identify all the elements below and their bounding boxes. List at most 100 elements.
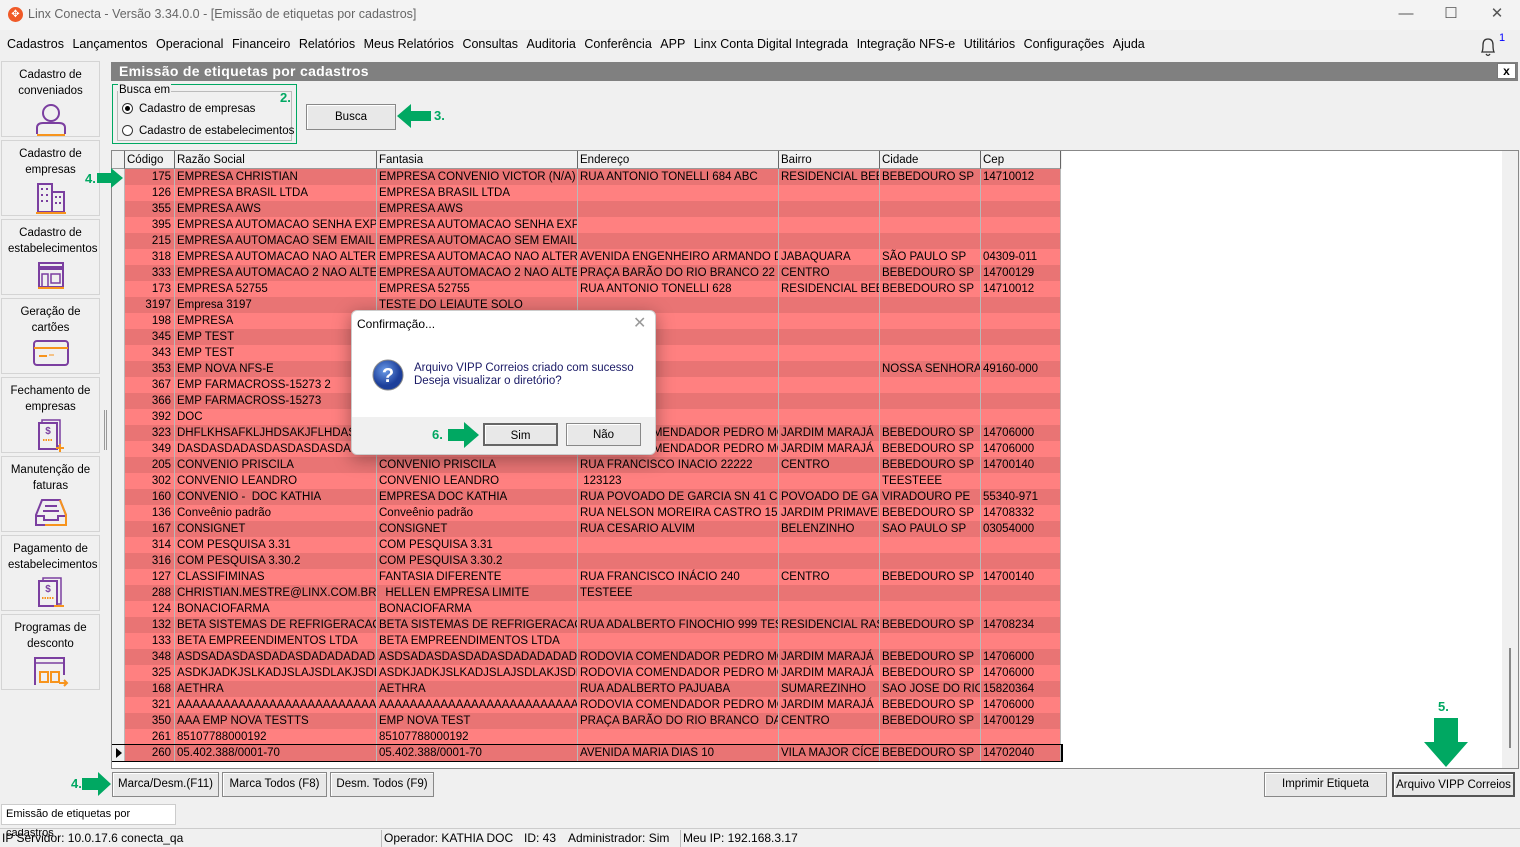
- vertical-scrollbar[interactable]: [1502, 151, 1518, 768]
- menu-auditoria[interactable]: Auditoria: [527, 33, 581, 57]
- table-row[interactable]: 133 BETA EMPREENDIMENTOS LTDA BETA EMPREEN…: [112, 633, 1062, 649]
- menu-integrac-a-o-nfs-e[interactable]: Integração NFS-e: [857, 33, 960, 57]
- row-indicator[interactable]: [112, 249, 125, 265]
- menu-ajuda[interactable]: Ajuda: [1113, 33, 1149, 57]
- column-header-cep[interactable]: Cep: [981, 151, 1061, 169]
- row-indicator[interactable]: [112, 585, 125, 601]
- minimize-button[interactable]: —: [1383, 4, 1429, 26]
- table-row[interactable]: 261 85107788000192 85107788000192: [112, 729, 1062, 745]
- column-header-co-digo[interactable]: Código: [125, 151, 175, 169]
- column-header-enderec-o[interactable]: Endereço: [578, 151, 779, 169]
- row-indicator[interactable]: [112, 441, 125, 457]
- row-indicator[interactable]: [112, 313, 125, 329]
- busca-button[interactable]: Busca: [306, 104, 396, 130]
- table-row[interactable]: 314 COM PESQUISA 3.31 COM PESQUISA 3.31: [112, 537, 1062, 553]
- table-row[interactable]: 350 AAA EMP NOVA TESTTS EMP NOVA TEST PRAÇA…: [112, 713, 1062, 729]
- row-indicator[interactable]: [112, 713, 125, 729]
- table-row[interactable]: 321 AAAAAAAAAAAAAAAAAAAAAAAAAA AAAAAAAAAAA…: [112, 697, 1062, 713]
- table-row[interactable]: 302 CONVENIO LEANDRO CONVENIO LEANDRO 1231…: [112, 473, 1062, 489]
- table-row[interactable]: 124 BONACIOFARMA BONACIOFARMA: [112, 601, 1062, 617]
- row-indicator[interactable]: [112, 217, 125, 233]
- row-indicator[interactable]: [112, 201, 125, 217]
- scrollbar-thumb[interactable]: [1509, 648, 1511, 748]
- table-row[interactable]: 215 EMPRESA AUTOMACAO SEM EMAIL (N EMPRESA…: [112, 233, 1062, 249]
- menu-linx-conta-digital-integrada[interactable]: Linx Conta Digital Integrada: [694, 33, 853, 57]
- radio-estabelecimentos[interactable]: [122, 125, 133, 136]
- table-row[interactable]: 333EMPRESA AUTOMACAO 2 NAO ALTERAREMPRES…: [112, 265, 1062, 281]
- menu-app[interactable]: APP: [660, 33, 690, 57]
- row-indicator[interactable]: [112, 329, 125, 345]
- menu-confere-ncia[interactable]: Conferência: [584, 33, 656, 57]
- mark-all-button[interactable]: Marca Todos (F8): [222, 772, 327, 797]
- radio-empresas[interactable]: [122, 103, 133, 114]
- row-indicator[interactable]: [112, 233, 125, 249]
- row-indicator[interactable]: [112, 265, 125, 281]
- sidebar-item-cadastro-de-estabelecimentos[interactable]: Cadastro de estabelecimentos: [1, 219, 100, 295]
- mark-unmark-button[interactable]: Marca/Desm.(F11): [112, 772, 219, 797]
- maximize-button[interactable]: ☐: [1428, 4, 1474, 26]
- row-indicator[interactable]: [112, 377, 125, 393]
- table-row[interactable]: 136 Conveênio padrão Conveênio padrão RUA N…: [112, 505, 1062, 521]
- row-indicator[interactable]: [112, 425, 125, 441]
- row-indicator[interactable]: [112, 345, 125, 361]
- print-label-button[interactable]: Imprimir Etiqueta: [1264, 772, 1387, 797]
- row-indicator[interactable]: [112, 681, 125, 697]
- row-indicator[interactable]: [112, 281, 125, 297]
- row-indicator[interactable]: [112, 665, 125, 681]
- row-indicator[interactable]: [112, 537, 125, 553]
- radio-estabelecimentos-label[interactable]: Cadastro de estabelecimentos: [139, 125, 294, 137]
- table-row[interactable]: 132BETA SISTEMAS DE REFRIGERACAO LTDABET…: [112, 617, 1062, 633]
- panel-close-button[interactable]: x: [1497, 63, 1516, 79]
- row-indicator[interactable]: [112, 489, 125, 505]
- dialog-close-button[interactable]: ✕: [633, 313, 646, 333]
- column-header-fantasia[interactable]: Fantasia: [377, 151, 578, 169]
- menu-relato-rios[interactable]: Relatórios: [299, 33, 360, 57]
- menu-cadastros[interactable]: Cadastros: [7, 33, 68, 57]
- sidebar-item-pagamento-de-estabelecimentos[interactable]: Pagamento de estabelecimentos $: [1, 535, 100, 611]
- row-indicator[interactable]: [112, 409, 125, 425]
- table-row[interactable]: 318 EMPRESA AUTOMACAO NAO ALTERAR EMPRESA …: [112, 249, 1062, 265]
- row-indicator[interactable]: [112, 569, 125, 585]
- table-row[interactable]: 325 ASDKJADKJSLKADJSLAJSDLAKJSDLKA ASDKJAD…: [112, 665, 1062, 681]
- bell-icon[interactable]: [1478, 36, 1498, 58]
- row-indicator[interactable]: [112, 617, 125, 633]
- unmark-all-button[interactable]: Desm. Todos (F9): [330, 772, 434, 797]
- table-row[interactable]: 348 ASDSADASDASDADASDADADADADSA ASDSADASDA…: [112, 649, 1062, 665]
- row-indicator[interactable]: [112, 745, 125, 761]
- menu-operacional[interactable]: Operacional: [156, 33, 228, 57]
- sidebar-item-gerac-a-o-de-carto-es[interactable]: Geração de cartões: [1, 298, 100, 374]
- row-indicator[interactable]: [112, 649, 125, 665]
- menu-financeiro[interactable]: Financeiro: [232, 33, 295, 57]
- cadastros-grid[interactable]: Código Razão Social Fantasia Endereço Bairro…: [111, 150, 1519, 769]
- table-row[interactable]: 316 COM PESQUISA 3.30.2 COM PESQUISA 3.30.…: [112, 553, 1062, 569]
- row-indicator[interactable]: [112, 521, 125, 537]
- table-row[interactable]: 288 CHRISTIAN.MESTRE@LINX.COM.BR HELLEN E…: [112, 585, 1062, 601]
- table-row[interactable]: 160 CONVENIO - DOC KATHIA EMPRESA DOC KATH…: [112, 489, 1062, 505]
- open-window-tab[interactable]: Emissão de etiquetas por cadastros: [1, 804, 176, 839]
- row-indicator[interactable]: [112, 297, 125, 313]
- table-row[interactable]: 173 EMPRESA 52755 EMPRESA 52755 RUA ANTONIO…: [112, 281, 1062, 297]
- row-indicator[interactable]: [112, 553, 125, 569]
- menu-utilita-rios[interactable]: Utilitários: [964, 33, 1020, 57]
- table-row[interactable]: 126 EMPRESA BRASIL LTDA EMPRESA BRASIL LTD…: [112, 185, 1062, 201]
- table-row[interactable]: 175 EMPRESA CHRISTIAN EMPRESA CONVENIO VIC…: [112, 169, 1062, 185]
- column-header-raza-o-social[interactable]: Razão Social: [175, 151, 377, 169]
- row-indicator[interactable]: [112, 697, 125, 713]
- row-indicator[interactable]: [112, 393, 125, 409]
- row-indicator[interactable]: [112, 633, 125, 649]
- menu-configurac-o-es[interactable]: Configurações: [1024, 33, 1109, 57]
- menu-consultas[interactable]: Consultas: [462, 33, 522, 57]
- row-indicator[interactable]: [112, 457, 125, 473]
- vipp-file-button[interactable]: Arquivo VIPP Correios: [1392, 772, 1515, 797]
- column-header-bairro[interactable]: Bairro: [779, 151, 880, 169]
- table-row[interactable]: 205 CONVENIO PRISCILA CONVENIO PRISCILA RUA…: [112, 457, 1062, 473]
- menu-meus-relato-rios[interactable]: Meus Relatórios: [364, 33, 459, 57]
- sidebar-item-manutenc-a-o-de-faturas[interactable]: Manutenção de faturas: [1, 456, 100, 532]
- table-row[interactable]: 260 05.402.388/0001-70 05.402.388/0001-70 A…: [112, 744, 1063, 762]
- radio-empresas-label[interactable]: Cadastro de empresas: [139, 103, 255, 115]
- yes-button[interactable]: Sim: [483, 423, 558, 446]
- table-row[interactable]: 168 AETHRA AETHRA RUA ADALBERTO PAJUABA SUMA…: [112, 681, 1062, 697]
- menu-lanc-amentos[interactable]: Lançamentos: [72, 33, 152, 57]
- sidebar-splitter[interactable]: [104, 410, 107, 450]
- table-row[interactable]: 167 CONSIGNET CONSIGNET RUA CESARIO ALVIM BE…: [112, 521, 1062, 537]
